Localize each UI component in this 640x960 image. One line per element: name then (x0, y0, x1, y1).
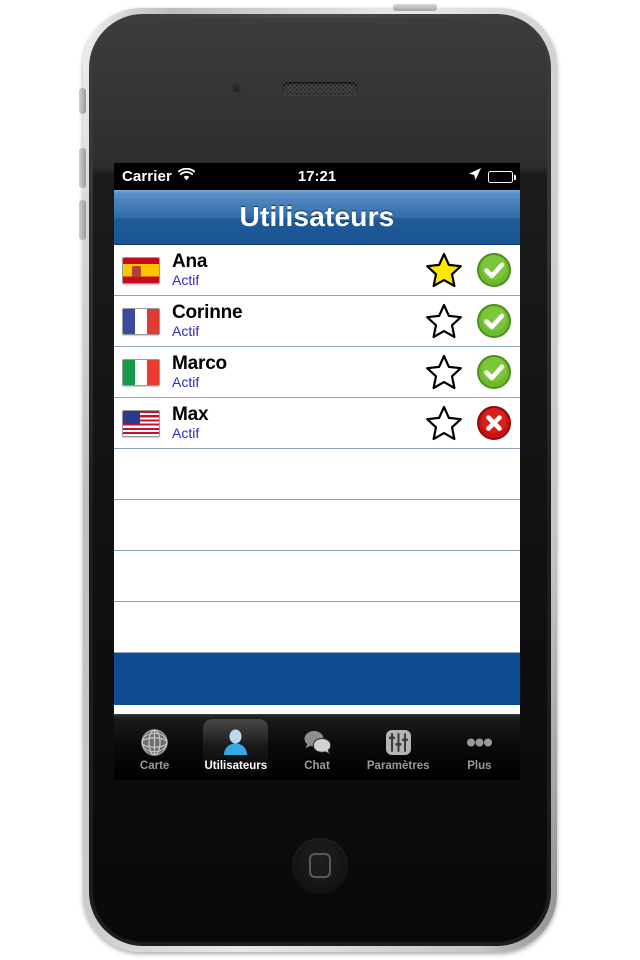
silent-switch[interactable] (79, 88, 86, 114)
tab-label: Carte (139, 760, 170, 772)
location-arrow-icon (468, 167, 482, 186)
status-bar-right (468, 163, 517, 190)
status-bar: Carrier 17:21 (114, 163, 520, 190)
status-bar-clock: 17:21 (297, 168, 337, 185)
power-button[interactable] (393, 4, 437, 11)
star-outline-icon[interactable] (424, 403, 464, 443)
user-status: Actif (172, 424, 200, 441)
empty-list-row (114, 551, 520, 602)
star-outline-icon[interactable] (424, 352, 464, 392)
tab-label: Plus (467, 760, 492, 772)
volume-down-button[interactable] (79, 200, 86, 240)
tab-label: Chat (304, 760, 330, 772)
flag-italy-icon (122, 358, 160, 386)
empty-list-row (114, 602, 520, 653)
chat-icon (302, 727, 333, 758)
error-circle-icon[interactable] (474, 403, 514, 443)
check-circle-icon[interactable] (474, 301, 514, 341)
tab-plus[interactable]: Plus (439, 715, 520, 780)
battery-icon (488, 170, 517, 183)
user-list: Ana Actif Corinne Actif Marco Actif Max … (114, 245, 520, 705)
navigation-bar: Utilisateurs (114, 190, 520, 245)
tab-carte[interactable]: Carte (114, 715, 195, 780)
empty-list-row (114, 500, 520, 551)
ellipsis-icon (464, 727, 495, 758)
front-camera-icon (231, 83, 242, 94)
user-name: Corinne (172, 301, 243, 323)
table-row[interactable]: Marco Actif (114, 347, 520, 398)
user-status: Actif (172, 271, 200, 288)
row-text: Marco Actif (172, 352, 424, 391)
page-title: Utilisateurs (239, 201, 395, 232)
check-circle-icon[interactable] (474, 250, 514, 290)
globe-icon (139, 727, 170, 758)
list-footer-area (114, 653, 520, 705)
table-row[interactable]: Max Actif (114, 398, 520, 449)
tab-parametres[interactable]: Paramètres (358, 715, 439, 780)
tab-label: Paramètres (366, 760, 430, 772)
user-name: Max (172, 403, 209, 425)
star-filled-icon[interactable] (424, 250, 464, 290)
volume-up-button[interactable] (79, 148, 86, 188)
user-name: Ana (172, 250, 208, 272)
tab-bar: Carte Utilisateurs Chat Paramètres Plus (114, 714, 520, 780)
empty-list-row (114, 449, 520, 500)
home-button-square-icon (309, 853, 331, 878)
check-circle-icon[interactable] (474, 352, 514, 392)
user-status: Actif (172, 373, 200, 390)
row-actions (424, 403, 514, 443)
table-row[interactable]: Ana Actif (114, 245, 520, 296)
row-text: Ana Actif (172, 250, 424, 289)
tab-utilisateurs[interactable]: Utilisateurs (195, 715, 276, 780)
flag-spain-icon (122, 256, 160, 284)
user-name: Marco (172, 352, 227, 374)
row-actions (424, 301, 514, 341)
flag-united-states-icon (122, 409, 160, 437)
person-icon (220, 727, 251, 758)
row-actions (424, 250, 514, 290)
table-row[interactable]: Corinne Actif (114, 296, 520, 347)
earpiece-speaker-icon (282, 82, 358, 95)
phone-screen: Carrier 17:21 Utilisateurs Ana Actif Cor… (114, 163, 520, 780)
sliders-icon (383, 727, 414, 758)
star-outline-icon[interactable] (424, 301, 464, 341)
user-status: Actif (172, 322, 200, 339)
row-text: Max Actif (172, 403, 424, 442)
tab-chat[interactable]: Chat (276, 715, 357, 780)
row-actions (424, 352, 514, 392)
tab-label: Utilisateurs (204, 760, 268, 772)
row-text: Corinne Actif (172, 301, 424, 340)
flag-france-icon (122, 307, 160, 335)
